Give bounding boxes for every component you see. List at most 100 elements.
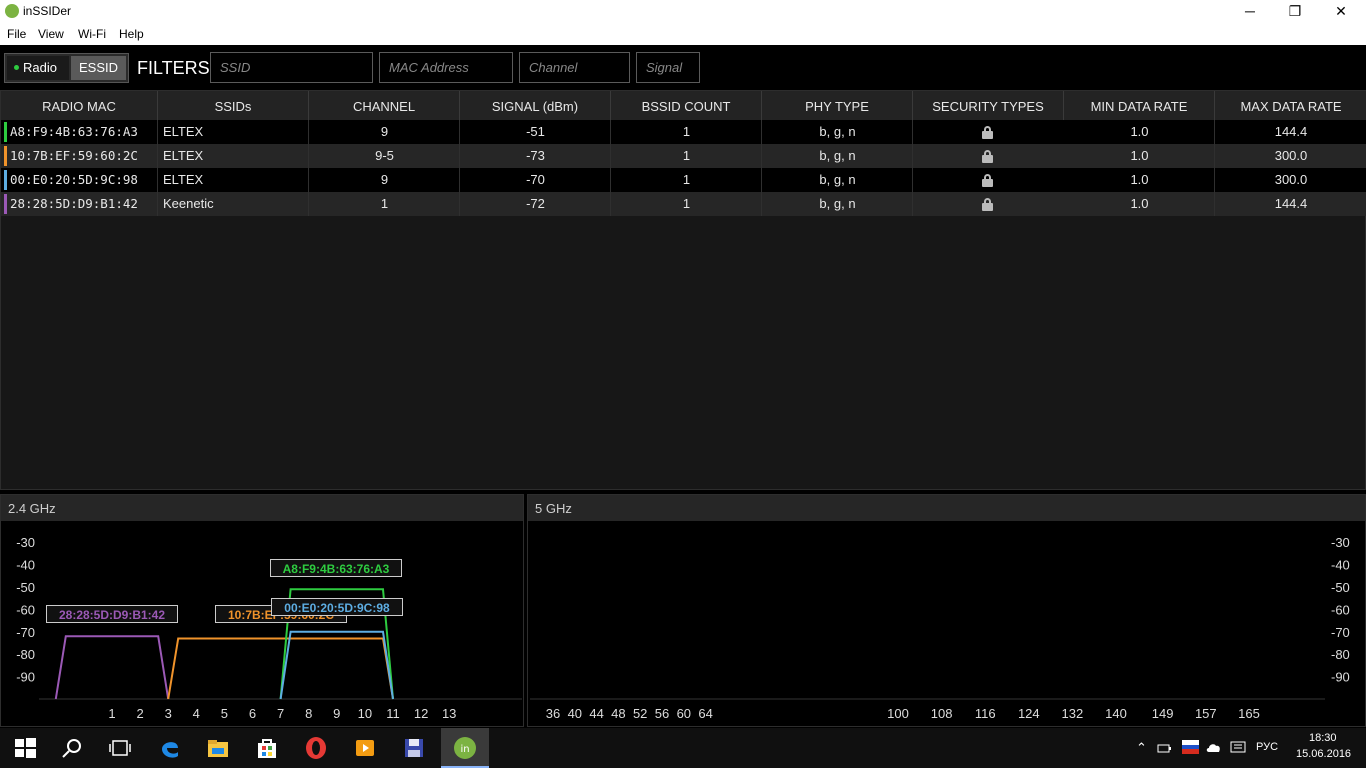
search-icon[interactable] — [60, 736, 84, 760]
channel-filter-input[interactable]: Channel — [519, 52, 630, 83]
windows-taskbar: in ⌃ РУС 18:30 15.06.2016 — [0, 728, 1366, 768]
radio-mode-button[interactable]: Radio — [7, 56, 69, 80]
opera-icon[interactable] — [304, 736, 328, 760]
chart-5ghz: -30 -40 -50 -60 -70 -80 -90 36 40 44 48 52 56 60 64 100… — [530, 521, 1350, 721]
table-row[interactable]: 00:E0:20:5D:9C:98 ELTEX 9 -70 1 b, g, n 1.0 300… — [1, 168, 1366, 192]
table-row[interactable]: 28:28:5D:D9:B1:42 Keenetic 1 -72 1 b, g, n 1.0… — [1, 192, 1366, 216]
x-tick-label: 6 — [249, 706, 256, 721]
row-radio-mac: 28:28:5D:D9:B1:42 — [10, 196, 138, 211]
russian-flag-icon[interactable] — [1182, 740, 1199, 754]
clock-time[interactable]: 18:30 — [1309, 732, 1337, 744]
row-phy-type: b, g, n — [819, 196, 856, 211]
window-title: inSSIDer — [23, 4, 72, 18]
column-ssids[interactable]: SSIDs — [158, 91, 309, 120]
column-divider — [912, 168, 913, 192]
y-tick-label: -60 — [16, 602, 35, 617]
edge-browser-icon[interactable] — [158, 736, 182, 760]
menu-bar: File View Wi-Fi Help — [0, 23, 1366, 45]
column-bssid-count[interactable]: BSSID COUNT — [611, 91, 762, 120]
plot-area — [530, 521, 1325, 700]
save-disk-icon[interactable] — [402, 736, 426, 760]
x-tick-label: 40 — [568, 706, 582, 721]
chart-2-4ghz-title: 2.4 GHz — [1, 495, 523, 521]
menu-file[interactable]: File — [7, 27, 26, 41]
onedrive-cloud-icon[interactable] — [1206, 740, 1222, 756]
row-ssid: ELTEX — [163, 124, 204, 139]
view-mode-toggle: Radio ESSID — [4, 53, 129, 83]
x-tick-label: 108 — [931, 706, 953, 721]
action-center-icon[interactable] — [1230, 740, 1246, 756]
ssid-filter-input[interactable]: SSID — [210, 52, 373, 83]
media-player-icon[interactable] — [353, 736, 377, 760]
title-bar: inSSIDer ─ ❐ ✕ — [0, 0, 1366, 23]
table-row[interactable]: A8:F9:4B:63:76:A3 ELTEX 9 -51 1 b, g, n 1.0 144… — [1, 120, 1366, 144]
column-min-data-rate[interactable]: MIN DATA RATE — [1064, 91, 1215, 120]
column-signal[interactable]: SIGNAL (dBm) — [460, 91, 611, 120]
mac-filter-input[interactable]: MAC Address — [379, 52, 513, 83]
row-bssid-count: 1 — [682, 196, 691, 211]
row-max-data-rate: 300.0 — [1274, 148, 1308, 163]
table-header: RADIO MAC SSIDs CHANNEL SIGNAL (dBm) BSS… — [1, 91, 1366, 120]
menu-help[interactable]: Help — [119, 27, 144, 41]
chart-5ghz-panel: 5 GHz -30 -40 -50 -60 -70 -80 -90 36 40 44 48 52 56 6… — [527, 494, 1366, 727]
minimize-button[interactable]: ─ — [1227, 0, 1273, 23]
inssider-taskbar-button[interactable]: in — [441, 728, 489, 768]
signal-filter-input[interactable]: Signal — [636, 52, 700, 83]
y-tick-label: -90 — [1331, 670, 1350, 685]
menu-view[interactable]: View — [38, 27, 64, 41]
windows-start-icon[interactable] — [13, 736, 37, 760]
row-signal: -51 — [526, 124, 545, 139]
x-tick-label: 1 — [108, 706, 115, 721]
chart-2-4ghz-panel: 2.4 GHz -30 -40 -50 -60 -70 -80 -90 1 2 3 4 5 6 7 8 9 10… — [0, 494, 524, 727]
show-hidden-icons-chevron-up-icon[interactable]: ⌃ — [1136, 740, 1147, 756]
close-button[interactable]: ✕ — [1318, 0, 1364, 23]
lock-icon — [982, 150, 993, 163]
row-max-data-rate: 144.4 — [1274, 124, 1308, 139]
x-tick-label: 36 — [546, 706, 560, 721]
row-ssid: ELTEX — [163, 148, 204, 163]
chart-5ghz-title: 5 GHz — [528, 495, 1365, 521]
column-security-types[interactable]: SECURITY TYPES — [913, 91, 1064, 120]
filters-label: FILTERS: — [137, 58, 215, 78]
column-channel[interactable]: CHANNEL — [309, 91, 460, 120]
y-tick-label: -60 — [1331, 602, 1350, 617]
row-ssid: Keenetic — [163, 196, 214, 211]
column-phy-type[interactable]: PHY TYPE — [762, 91, 913, 120]
essid-mode-button[interactable]: ESSID — [71, 56, 126, 80]
task-view-icon[interactable] — [108, 736, 132, 760]
y-tick-label: -70 — [16, 625, 35, 640]
x-tick-label: 52 — [633, 706, 647, 721]
x-tick-label: 4 — [193, 706, 200, 721]
lock-icon — [982, 198, 993, 211]
row-radio-mac: 00:E0:20:5D:9C:98 — [10, 172, 138, 187]
column-divider — [912, 120, 913, 144]
row-radio-mac: 10:7B:EF:59:60:2C — [10, 148, 138, 163]
restore-button[interactable]: ❐ — [1272, 0, 1318, 23]
file-explorer-icon[interactable] — [206, 736, 230, 760]
networks-table: RADIO MAC SSIDs CHANNEL SIGNAL (dBm) BSS… — [0, 90, 1366, 490]
x-tick-label: 132 — [1062, 706, 1084, 721]
row-min-data-rate: 1.0 — [1130, 172, 1149, 187]
y-tick-label: -30 — [1331, 535, 1350, 550]
x-tick-label: 7 — [277, 706, 284, 721]
filter-toolbar: Radio ESSID FILTERS: SSID MAC Address Ch… — [0, 45, 1366, 90]
row-bssid-count: 1 — [682, 124, 691, 139]
x-tick-label: 8 — [305, 706, 312, 721]
menu-wifi[interactable]: Wi-Fi — [78, 27, 106, 41]
lock-icon — [982, 126, 993, 139]
x-tick-label: 48 — [611, 706, 625, 721]
x-tick-label: 44 — [589, 706, 603, 721]
inssider-icon: in — [454, 737, 476, 759]
column-radio-mac[interactable]: RADIO MAC — [1, 91, 158, 120]
store-icon[interactable] — [255, 736, 279, 760]
active-indicator-icon — [14, 65, 19, 70]
x-tick-label: 56 — [655, 706, 669, 721]
x-tick-label: 64 — [698, 706, 712, 721]
table-row[interactable]: 10:7B:EF:59:60:2C ELTEX 9-5 -73 1 b, g, n 1.0 3… — [1, 144, 1366, 168]
language-indicator[interactable]: РУС — [1256, 741, 1278, 753]
power-icon[interactable] — [1157, 740, 1173, 756]
row-channel: 1 — [380, 196, 389, 211]
clock-date[interactable]: 15.06.2016 — [1296, 748, 1351, 760]
column-max-data-rate[interactable]: MAX DATA RATE — [1215, 91, 1366, 120]
x-tick-label: 124 — [1018, 706, 1040, 721]
